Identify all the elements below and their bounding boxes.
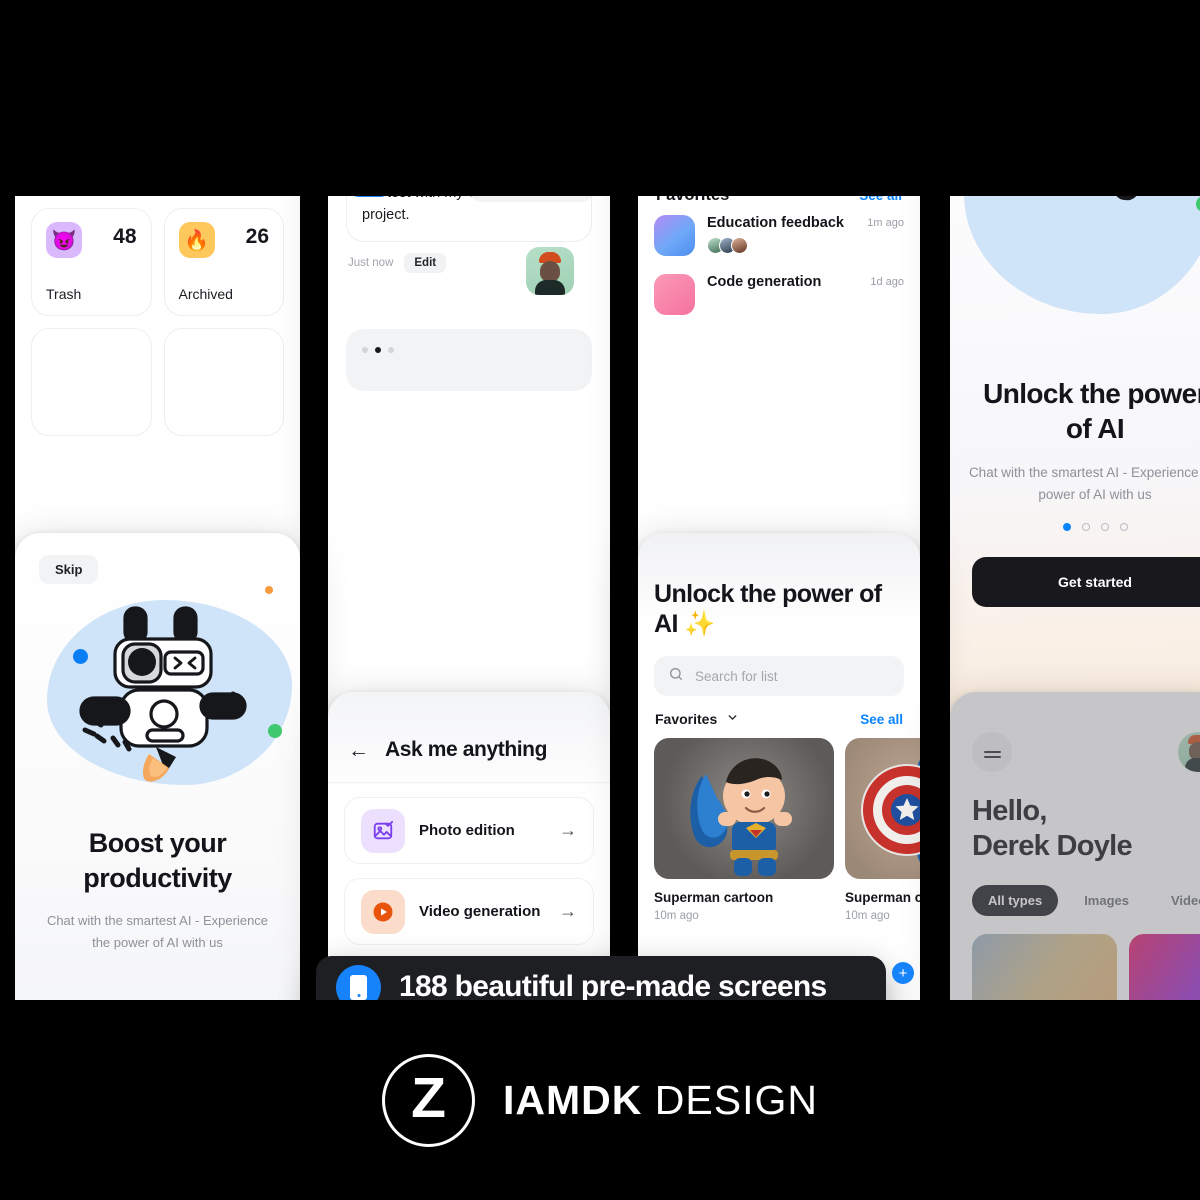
skip-button[interactable]: Skip [39, 555, 99, 584]
chip-videos[interactable]: Videos [1155, 885, 1200, 916]
robot-illustration: @ IAMDK TAOBAO [950, 196, 1200, 376]
folder-name: Trash [46, 286, 82, 302]
thumbnail [654, 738, 834, 879]
search-icon [668, 666, 684, 687]
section-title: Favorites [656, 196, 729, 205]
gallery-item[interactable]: Superman cartoon 10m ago [654, 738, 834, 922]
folder-tile[interactable] [31, 328, 152, 436]
chip-all-types[interactable]: All types [972, 884, 1059, 916]
hamburger-icon[interactable] [972, 732, 1012, 772]
item-timestamp: 10m ago [845, 910, 890, 922]
arrow-right-icon[interactable]: → [559, 901, 577, 922]
phone-gallery-screen[interactable]: Unlock the power of AI ✨ Search for list… [638, 533, 920, 1000]
play-icon [361, 889, 405, 934]
section-label: Favorites [655, 711, 718, 727]
chip-images[interactable]: Images [1068, 885, 1145, 916]
folder-emoji-icon: 😈 [46, 222, 82, 258]
chat-thread: input fields and a dropdown with 2 butto… [328, 196, 610, 391]
item-title: Education feedback [707, 215, 844, 231]
gallery-item[interactable]: Superman cartoon 10m ago [845, 738, 920, 922]
phone-ask-screen[interactable]: ← Ask me anything Photo edition → Video … [328, 692, 610, 1000]
message-timestamp: Just now [348, 256, 394, 269]
onboarding-subtitle: Chat with the smartest AI - Experience t… [968, 465, 1200, 502]
list-item[interactable]: Education feedback 1m ago [654, 215, 904, 256]
user-avatar[interactable] [1178, 732, 1200, 772]
user-avatar [526, 246, 574, 295]
promo-text: 188 beautiful pre-made screens [399, 970, 827, 1000]
brand-bold: IAMDK [503, 1076, 643, 1123]
favorites-header: Favorites See all [656, 196, 902, 205]
item-timestamp: 1d ago [870, 276, 904, 288]
add-fab-icon[interactable]: + [892, 962, 914, 984]
onboarding-title: Unlock the power of AI [983, 378, 1200, 444]
media-thumb[interactable] [1129, 933, 1200, 1000]
item-timestamp: 10m ago [654, 910, 699, 922]
logo-letter: Z [411, 1065, 446, 1130]
pagination-dots[interactable] [950, 505, 1200, 532]
phone-greeting-screen[interactable]: Hello, Derek Doyle All types Images Vide… [950, 692, 1200, 1000]
greeting-line-2: Derek Doyle [972, 830, 1133, 863]
see-all-link[interactable]: See all [859, 196, 902, 203]
logo-mark: Z [382, 1053, 475, 1147]
list-item[interactable]: Code generation 1d ago [654, 274, 904, 315]
see-all-link[interactable]: See all [860, 712, 903, 727]
image-edit-icon [361, 808, 405, 853]
folder-tile[interactable]: 🔥 26 Archived [163, 208, 284, 316]
list-item[interactable]: Video generation → [344, 878, 594, 945]
media-grid [972, 933, 1200, 1000]
folder-count: 26 [245, 225, 269, 248]
promo-banner[interactable]: 188 beautiful pre-made screens [316, 956, 886, 1000]
search-input[interactable]: Search for list [654, 656, 904, 696]
search-placeholder: Search for list [695, 668, 778, 684]
avatar-stack [707, 237, 855, 254]
boost-title: Boost your productivity [83, 828, 232, 894]
folder-count: 48 [113, 225, 137, 248]
item-title: Code generation [707, 274, 822, 290]
robot-rocket-illustration [15, 586, 300, 804]
list-item[interactable]: Photo edition → [344, 797, 594, 864]
thumbnail [845, 738, 920, 879]
greeting-line-1: Hello, [972, 795, 1047, 827]
phone-icon [336, 964, 381, 1000]
pause-generating-button[interactable]: Pause generating [468, 196, 594, 202]
arrow-right-icon[interactable]: → [559, 820, 577, 841]
type-filter-tabs[interactable]: All types Images Videos e [972, 884, 1200, 916]
typing-dots-icon [362, 346, 394, 353]
thumbnail [654, 215, 695, 256]
option-label: Video generation [419, 903, 541, 920]
item-title: Superman cartoon [654, 890, 774, 905]
page-title: Ask me anything [385, 738, 548, 761]
folder-tile[interactable]: 😈 48 Trash [31, 208, 152, 316]
item-title: Superman cartoon [845, 890, 920, 905]
page-title: Unlock the power of AI ✨ [654, 580, 882, 638]
thumbnail [654, 274, 695, 315]
ask-header: ← Ask me anything [328, 692, 610, 783]
folder-emoji-icon: 🔥 [178, 222, 215, 258]
phone-boost-screen[interactable]: Skip Boost your productivity Chat with t… [15, 533, 300, 1000]
option-label: Photo edition [419, 822, 515, 839]
footer-branding: Z IAMDK DESIGN [0, 1000, 1200, 1200]
brand-name: IAMDK DESIGN [503, 1077, 818, 1124]
ai-message-placeholder [346, 328, 592, 391]
phone-grid: 😊 Welcome 💫 42 Production 😈 [0, 196, 1200, 1000]
gallery-list: Superman cartoon 10m ago Superman c 10m … [654, 738, 920, 922]
get-started-button[interactable]: Get started [972, 557, 1200, 608]
folder-tile[interactable] [163, 328, 284, 436]
gallery-section-header: Favorites See all [655, 711, 903, 727]
screenshot-root: 😊 Welcome 💫 42 Production 😈 [0, 0, 1200, 1200]
folder-tiles: 😊 Welcome 💫 42 Production 😈 [15, 196, 300, 436]
chevron-down-icon[interactable] [726, 711, 739, 727]
boost-subtitle: Chat with the smartest AI - Experience t… [46, 913, 269, 950]
arrow-left-icon[interactable]: ← [348, 740, 369, 761]
greeting: Hello, Derek Doyle [972, 794, 1200, 865]
item-timestamp: 1m ago [867, 217, 904, 229]
edit-button[interactable]: Edit [404, 252, 447, 273]
showcase-band: 😊 Welcome 💫 42 Production 😈 [0, 196, 1200, 1000]
brand-light: DESIGN [654, 1076, 818, 1123]
folder-name: Archived [178, 286, 233, 302]
media-thumb[interactable] [972, 933, 1117, 1000]
user-message: input fields and a dropdown with 2 butto… [346, 196, 592, 242]
